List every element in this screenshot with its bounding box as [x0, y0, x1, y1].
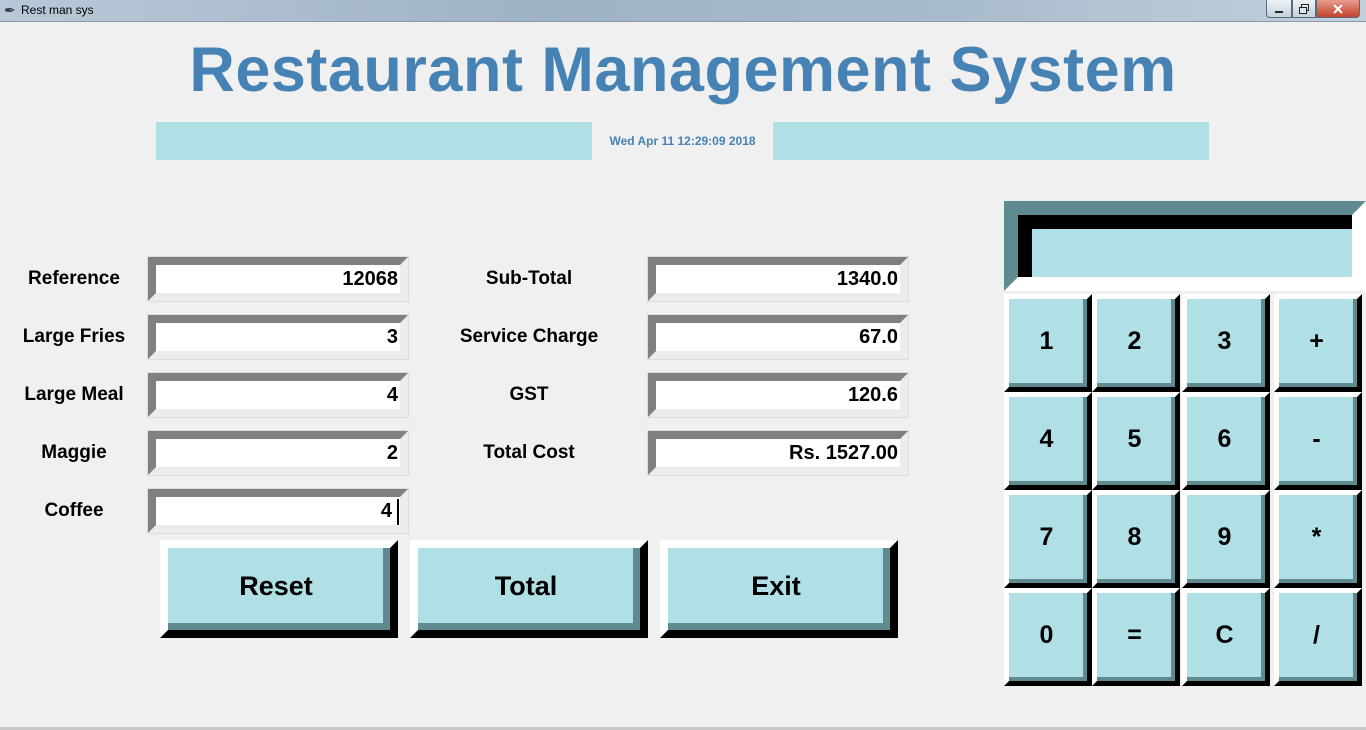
service-charge-label: Service Charge [459, 326, 599, 347]
large-meal-input[interactable] [147, 372, 409, 418]
calc-key-1[interactable]: 1 [1004, 294, 1092, 392]
calc-key-minus[interactable]: - [1274, 392, 1362, 490]
sub-total-label: Sub-Total [485, 268, 573, 289]
calc-key-7[interactable]: 7 [1004, 490, 1092, 588]
date-bar-right [773, 122, 1209, 160]
minimize-button[interactable] [1266, 0, 1292, 18]
calc-key-plus[interactable]: + [1274, 294, 1362, 392]
reference-input[interactable] [147, 256, 409, 302]
date-bar-left [156, 122, 592, 160]
large-meal-label: Large Meal [24, 384, 124, 405]
maggie-label: Maggie [41, 442, 107, 463]
calculator-display-field[interactable] [1018, 215, 1352, 277]
large-fries-input[interactable] [147, 314, 409, 360]
calc-key-multiply[interactable]: * [1274, 490, 1362, 588]
window-title: Rest man sys [21, 3, 94, 17]
calc-key-divide[interactable]: / [1274, 588, 1362, 686]
calc-key-4[interactable]: 4 [1004, 392, 1092, 490]
coffee-label: Coffee [44, 500, 104, 521]
calc-key-clear[interactable]: C [1182, 588, 1270, 686]
close-icon [1333, 3, 1343, 14]
reference-label: Reference [28, 268, 120, 289]
total-cost-input[interactable] [647, 430, 909, 476]
reset-button[interactable]: Reset [160, 540, 398, 638]
calc-key-8[interactable]: 8 [1092, 490, 1180, 588]
window-controls [1266, 0, 1360, 18]
total-cost-label: Total Cost [483, 442, 575, 463]
calc-key-6[interactable]: 6 [1182, 392, 1270, 490]
close-button[interactable] [1316, 0, 1360, 18]
minimize-icon [1275, 10, 1283, 13]
calc-key-9[interactable]: 9 [1182, 490, 1270, 588]
calc-key-2[interactable]: 2 [1092, 294, 1180, 392]
date-time-label: Wed Apr 11 12:29:09 2018 [609, 134, 756, 148]
calc-key-3[interactable]: 3 [1182, 294, 1270, 392]
calculator-display[interactable] [1004, 201, 1366, 291]
coffee-input[interactable] [147, 488, 409, 534]
app-title: Restaurant Management System [189, 35, 1177, 105]
maggie-input[interactable] [147, 430, 409, 476]
service-charge-input[interactable] [647, 314, 909, 360]
feather-icon: ✒ [4, 2, 16, 18]
gst-label: GST [509, 384, 549, 405]
total-button[interactable]: Total [410, 540, 648, 638]
calc-key-0[interactable]: 0 [1004, 588, 1092, 686]
text-caret [397, 499, 399, 525]
exit-button[interactable]: Exit [660, 540, 898, 638]
maximize-button[interactable] [1292, 0, 1316, 18]
window-titlebar: ✒ Rest man sys [0, 0, 1366, 22]
restore-icon [1299, 3, 1309, 14]
calc-key-5[interactable]: 5 [1092, 392, 1180, 490]
large-fries-label: Large Fries [22, 326, 126, 347]
calc-key-equals[interactable]: = [1092, 588, 1180, 686]
sub-total-input[interactable] [647, 256, 909, 302]
gst-input[interactable] [647, 372, 909, 418]
